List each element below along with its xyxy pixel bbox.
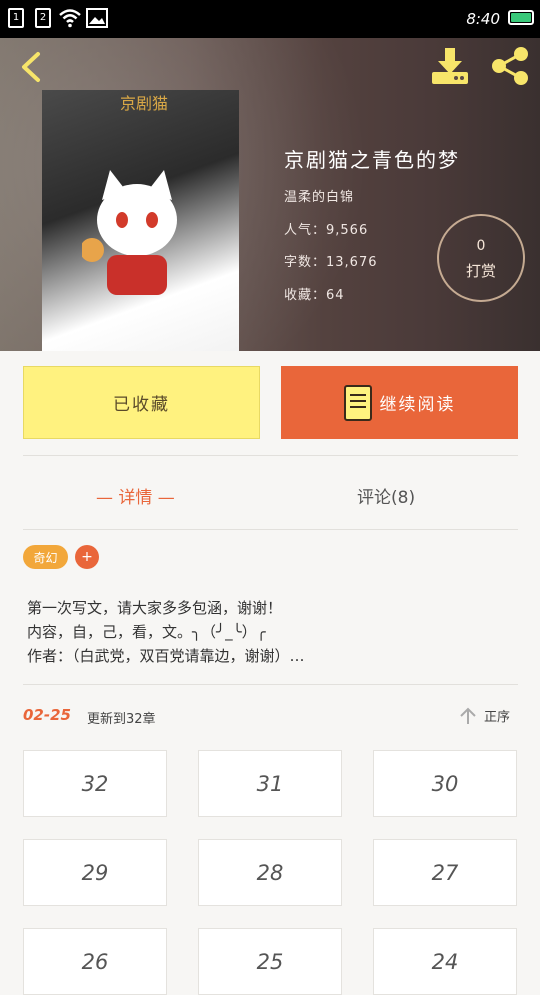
sim1-icon: 1 [8, 8, 24, 28]
update-text: 更新到32章 [87, 712, 156, 727]
book-icon [343, 384, 372, 421]
book-author[interactable]: 温柔的白锦 [284, 186, 354, 205]
update-date: 02-25 [23, 706, 71, 724]
chapter-button[interactable]: 24 [373, 928, 517, 995]
chapter-button[interactable]: 29 [23, 839, 167, 906]
genre-tag[interactable]: 奇幻 [23, 545, 68, 569]
cover-illustration [82, 170, 177, 295]
favorited-label: 已收藏 [113, 395, 170, 415]
clock: 8:40 [466, 10, 500, 28]
chapter-button[interactable]: 28 [198, 839, 342, 906]
sort-order-button[interactable]: 正序 [460, 706, 510, 725]
share-icon[interactable] [489, 46, 531, 86]
reward-button[interactable]: 0 打赏 [437, 214, 525, 302]
divider [23, 529, 518, 530]
book-cover: 京剧猫 [42, 90, 239, 351]
book-description: 第一次写文，请大家多多包涵，谢谢！ 内容，自，己，看，文。╮（╯_╰）╭ 作者：… [27, 599, 305, 665]
add-tag-button[interactable]: + [75, 545, 99, 569]
favorited-button[interactable]: 已收藏 [23, 366, 260, 439]
word-count: 字数：13,676 [284, 255, 378, 270]
chapter-button[interactable]: 30 [373, 750, 517, 817]
chapter-button[interactable]: 31 [198, 750, 342, 817]
tab-details[interactable]: — 详情 — [96, 483, 175, 508]
status-bar: 1 2 8:40 [0, 0, 540, 38]
book-title: 京剧猫之青色的梦 [284, 148, 460, 172]
cover-title: 京剧猫 [120, 94, 169, 113]
tab-comments[interactable]: 评论(8) [357, 483, 415, 508]
favorite-count: 收藏：64 [284, 288, 345, 303]
back-arrow-icon[interactable] [16, 50, 46, 84]
wifi-icon [59, 9, 81, 28]
reward-count: 0 [476, 238, 486, 254]
continue-reading-button[interactable]: 继续阅读 [281, 366, 518, 439]
download-icon[interactable] [430, 46, 470, 86]
image-icon [86, 8, 108, 28]
divider [23, 684, 518, 685]
chapter-button[interactable]: 26 [23, 928, 167, 995]
chapter-button[interactable]: 25 [198, 928, 342, 995]
sim2-icon: 2 [35, 8, 51, 28]
battery-icon [508, 10, 534, 25]
divider [23, 455, 518, 456]
chapter-button[interactable]: 27 [373, 839, 517, 906]
chapter-button[interactable]: 32 [23, 750, 167, 817]
popularity: 人气：9,566 [284, 223, 369, 238]
reward-label: 打赏 [465, 262, 496, 280]
continue-reading-label: 继续阅读 [379, 395, 456, 415]
sort-label: 正序 [484, 710, 511, 725]
arrow-up-icon [460, 707, 476, 724]
book-header: 京剧猫 京剧猫之青色的梦 温柔的白锦 人气：9,566 字数：13,676 收藏… [0, 38, 540, 351]
